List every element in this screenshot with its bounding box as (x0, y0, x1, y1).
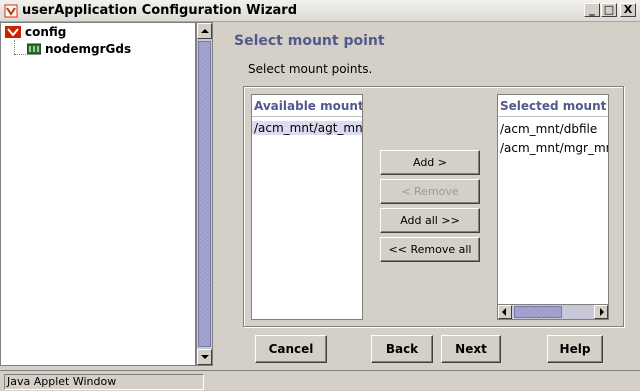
next-button[interactable]: Next (441, 335, 501, 363)
scroll-thumb[interactable] (514, 306, 562, 318)
node-icon (27, 43, 41, 55)
list-item[interactable]: /acm_mnt/agt_mnt (252, 121, 362, 135)
maximize-button[interactable]: □ (601, 3, 617, 17)
list-item[interactable]: /acm_mnt/dbfile (500, 122, 597, 136)
available-mount-points-list[interactable]: Available mount p... /acm_mnt/agt_mnt (251, 94, 363, 320)
config-icon (5, 26, 21, 38)
tree-item-config[interactable]: config (5, 25, 66, 39)
remove-button[interactable]: < Remove (380, 179, 480, 204)
selected-list-header[interactable]: Selected mount p... (498, 95, 608, 117)
scroll-down-button[interactable] (197, 349, 212, 365)
tree-item-nodemgrgds[interactable]: nodemgrGds (27, 42, 131, 56)
close-button[interactable]: X (620, 3, 636, 17)
status-bar: Java Applet Window (0, 370, 640, 391)
arrow-up-icon (201, 29, 209, 33)
cancel-button[interactable]: Cancel (255, 335, 327, 363)
app-icon (4, 4, 18, 18)
back-button[interactable]: Back (371, 335, 433, 363)
scroll-right-button[interactable] (594, 305, 608, 319)
config-tree[interactable]: config nodemgrGds (0, 22, 196, 366)
available-list-header[interactable]: Available mount p... (252, 95, 362, 117)
remove-all-button[interactable]: << Remove all (380, 237, 480, 262)
selected-mount-points-list[interactable]: Selected mount p... /acm_mnt/dbfile /acm… (497, 94, 609, 320)
scroll-up-button[interactable] (197, 23, 212, 39)
arrow-down-icon (201, 355, 209, 359)
arrow-right-icon (600, 308, 604, 316)
instruction-text: Select mount points. (248, 62, 373, 76)
add-button[interactable]: Add > (380, 150, 480, 175)
tree-connector (14, 54, 26, 55)
help-button[interactable]: Help (547, 335, 603, 363)
scroll-thumb[interactable] (198, 41, 211, 347)
minimize-button[interactable]: _ (584, 3, 600, 17)
add-all-button[interactable]: Add all >> (380, 208, 480, 233)
tree-connector (14, 40, 15, 54)
page-title: Select mount point (234, 33, 385, 49)
tree-item-label: nodemgrGds (45, 42, 132, 56)
list-item[interactable]: /acm_mnt/mgr_mnt (500, 141, 608, 155)
wizard-window: userApplication Configuration Wizard _ □… (0, 0, 640, 391)
scroll-left-button[interactable] (498, 305, 512, 319)
window-title: userApplication Configuration Wizard (22, 3, 298, 18)
title-bar[interactable]: userApplication Configuration Wizard _ □… (0, 0, 640, 22)
arrow-left-icon (502, 308, 506, 316)
status-text: Java Applet Window (4, 374, 204, 390)
tree-vertical-scrollbar[interactable] (196, 22, 213, 366)
tree-item-label: config (25, 25, 67, 39)
selected-horizontal-scrollbar[interactable] (498, 304, 608, 319)
